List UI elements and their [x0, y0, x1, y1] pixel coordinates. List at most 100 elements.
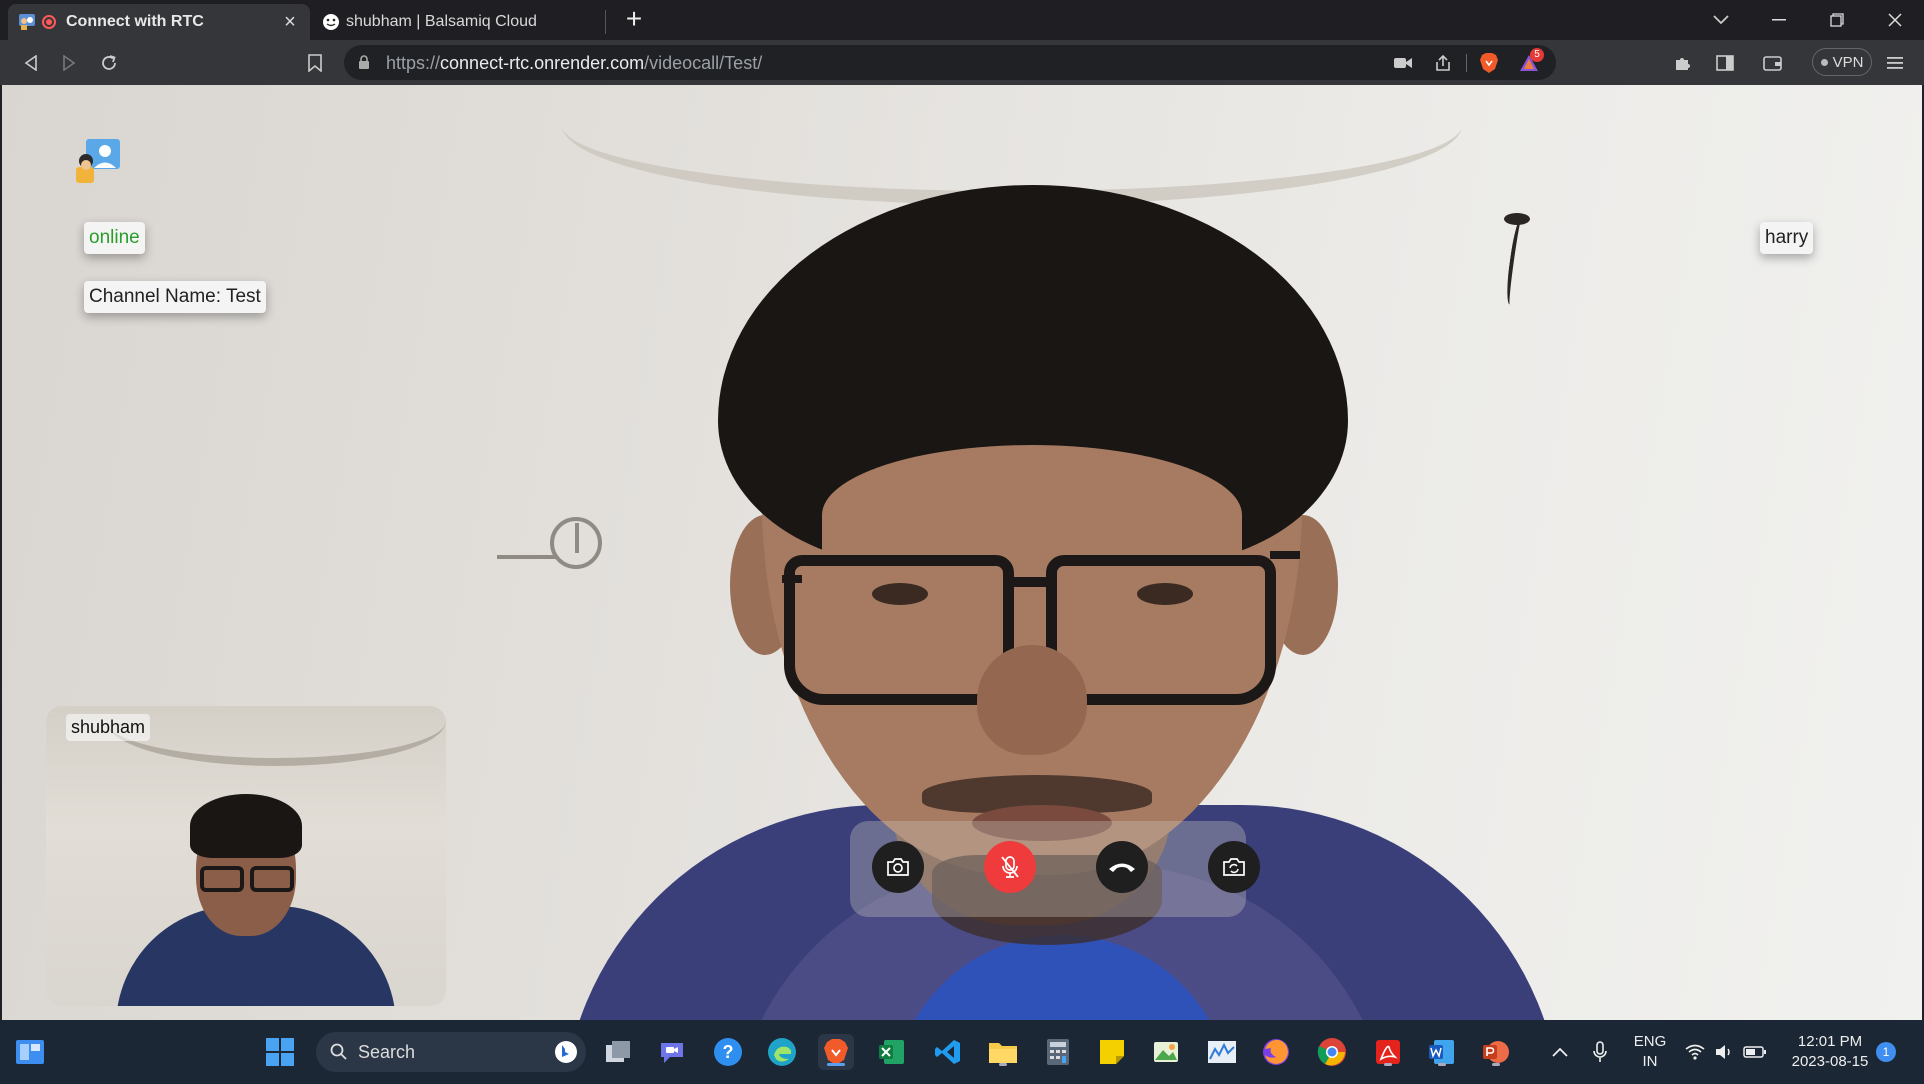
wall-fixture [550, 517, 602, 569]
running-app-indicator [1492, 1063, 1500, 1066]
chrome-button[interactable] [1314, 1034, 1350, 1070]
brave-rewards-button[interactable]: 5 [1518, 48, 1544, 74]
forward-icon [63, 55, 76, 71]
sidebar-icon [1716, 55, 1734, 71]
phone-hangup-icon [1109, 863, 1135, 872]
brave-lion-icon [1480, 53, 1498, 73]
clock-time: 12:01 PM [1797, 1033, 1863, 1050]
chrome-icon [1317, 1038, 1346, 1066]
windows-taskbar: Search ? ENG IN 12:01 PM 2023-08-15 1 [0, 1020, 1924, 1084]
microphone-toggle-button[interactable] [984, 841, 1036, 893]
firefox-button[interactable] [1258, 1034, 1294, 1070]
sticky-notes-button[interactable] [1094, 1034, 1130, 1070]
tab-search-button[interactable] [1692, 0, 1750, 40]
remote-person-nose [977, 645, 1087, 755]
local-person-glasses-right [250, 866, 294, 892]
remote-person-glasses-temple-right [1270, 551, 1300, 559]
vpn-label: VPN [1832, 53, 1864, 71]
local-video-preview[interactable]: shubham [46, 706, 446, 1006]
restore-icon [1830, 13, 1844, 27]
vpn-status-dot [1820, 58, 1828, 66]
start-button[interactable] [262, 1034, 298, 1070]
connection-status-badge: online [84, 222, 145, 254]
word-button[interactable] [1424, 1034, 1460, 1070]
show-hidden-icons-button[interactable] [1542, 1034, 1578, 1070]
running-app-indicator [1384, 1063, 1392, 1066]
region-code: IN [1642, 1053, 1658, 1070]
remote-person-glasses-bridge [1012, 577, 1052, 587]
excel-icon [879, 1040, 904, 1064]
get-help-button[interactable]: ? [710, 1034, 746, 1070]
chevron-down-icon [1713, 15, 1729, 25]
camera-toggle-button[interactable] [872, 841, 924, 893]
minimize-button[interactable] [1750, 0, 1808, 40]
call-controls-bar [850, 821, 1260, 917]
resource-monitor-button[interactable] [1204, 1034, 1240, 1070]
local-person-glasses-left [200, 866, 244, 892]
address-bar[interactable]: https://connect-rtc.onrender.com/videoca… [344, 45, 1556, 80]
word-icon [1429, 1040, 1454, 1064]
channel-name-label: Channel Name: Test [84, 281, 266, 313]
file-explorer-button[interactable] [985, 1034, 1021, 1070]
teams-chat-button[interactable] [654, 1034, 690, 1070]
language-indicator[interactable]: ENG IN [1630, 1032, 1670, 1072]
excel-button[interactable] [874, 1034, 910, 1070]
tab-balsamiq[interactable]: shubham | Balsamiq Cloud [312, 4, 606, 40]
chevron-up-icon [1552, 1047, 1568, 1057]
end-call-button[interactable] [1096, 841, 1148, 893]
tab-connect-with-rtc[interactable]: Connect with RTC × [8, 4, 310, 40]
puzzle-icon [1676, 58, 1690, 70]
local-person-hair [190, 794, 302, 858]
powerpoint-button[interactable] [1478, 1034, 1514, 1070]
folder-icon [989, 1043, 1017, 1063]
share-button[interactable] [1432, 52, 1454, 74]
vscode-button[interactable] [930, 1034, 966, 1070]
bing-icon [555, 1041, 577, 1063]
forward-button[interactable] [54, 48, 84, 78]
widgets-icon [16, 1040, 44, 1064]
minimize-icon [1772, 19, 1786, 21]
bookmark-button[interactable] [300, 48, 330, 78]
balsamiq-favicon-icon [323, 14, 339, 30]
extensions-button[interactable] [1668, 48, 1698, 78]
brave-shields-button[interactable] [1478, 52, 1500, 74]
reload-button[interactable] [94, 48, 124, 78]
close-tab-icon[interactable]: × [280, 11, 300, 34]
browser-toolbar: https://connect-rtc.onrender.com/videoca… [0, 40, 1924, 85]
vpn-button[interactable]: VPN [1812, 48, 1872, 76]
wallet-button[interactable] [1758, 48, 1788, 78]
sidebar-button[interactable] [1710, 48, 1740, 78]
back-icon [24, 55, 37, 71]
task-view-button[interactable] [600, 1034, 636, 1070]
tab-title: shubham | Balsamiq Cloud [346, 13, 537, 30]
active-app-indicator [827, 1063, 845, 1066]
switch-camera-button[interactable] [1208, 841, 1260, 893]
url-text: https://connect-rtc.onrender.com/videoca… [386, 53, 763, 73]
edge-button[interactable] [764, 1034, 800, 1070]
menu-button[interactable] [1880, 48, 1910, 78]
image-editor-icon [1154, 1042, 1178, 1062]
photos-button[interactable] [1148, 1034, 1184, 1070]
taskbar-search-box[interactable]: Search [316, 1032, 586, 1072]
acrobat-button[interactable] [1370, 1034, 1406, 1070]
notification-badge[interactable]: 1 [1876, 1042, 1896, 1062]
help-icon: ? [714, 1038, 742, 1066]
quick-settings-button[interactable] [1676, 1034, 1776, 1070]
microphone-tray-button[interactable] [1582, 1034, 1618, 1070]
calculator-button[interactable] [1040, 1034, 1076, 1070]
clock[interactable]: 12:01 PM 2023-08-15 [1780, 1032, 1880, 1072]
new-tab-button[interactable]: + [620, 5, 648, 34]
pdf-icon [1376, 1040, 1400, 1064]
close-window-button[interactable] [1866, 0, 1924, 40]
task-view-icon [606, 1041, 630, 1062]
language-code: ENG [1633, 1033, 1667, 1050]
tab-divider [605, 10, 606, 34]
restore-button[interactable] [1808, 0, 1866, 40]
recording-indicator-icon [42, 15, 56, 29]
back-button[interactable] [16, 48, 46, 78]
remote-person-glasses-temple-left [782, 575, 802, 583]
brave-taskbar-button[interactable] [818, 1034, 854, 1070]
widgets-button[interactable] [12, 1034, 48, 1070]
wall-fixture-arm [497, 555, 557, 559]
camera-in-use-button[interactable] [1392, 52, 1414, 74]
